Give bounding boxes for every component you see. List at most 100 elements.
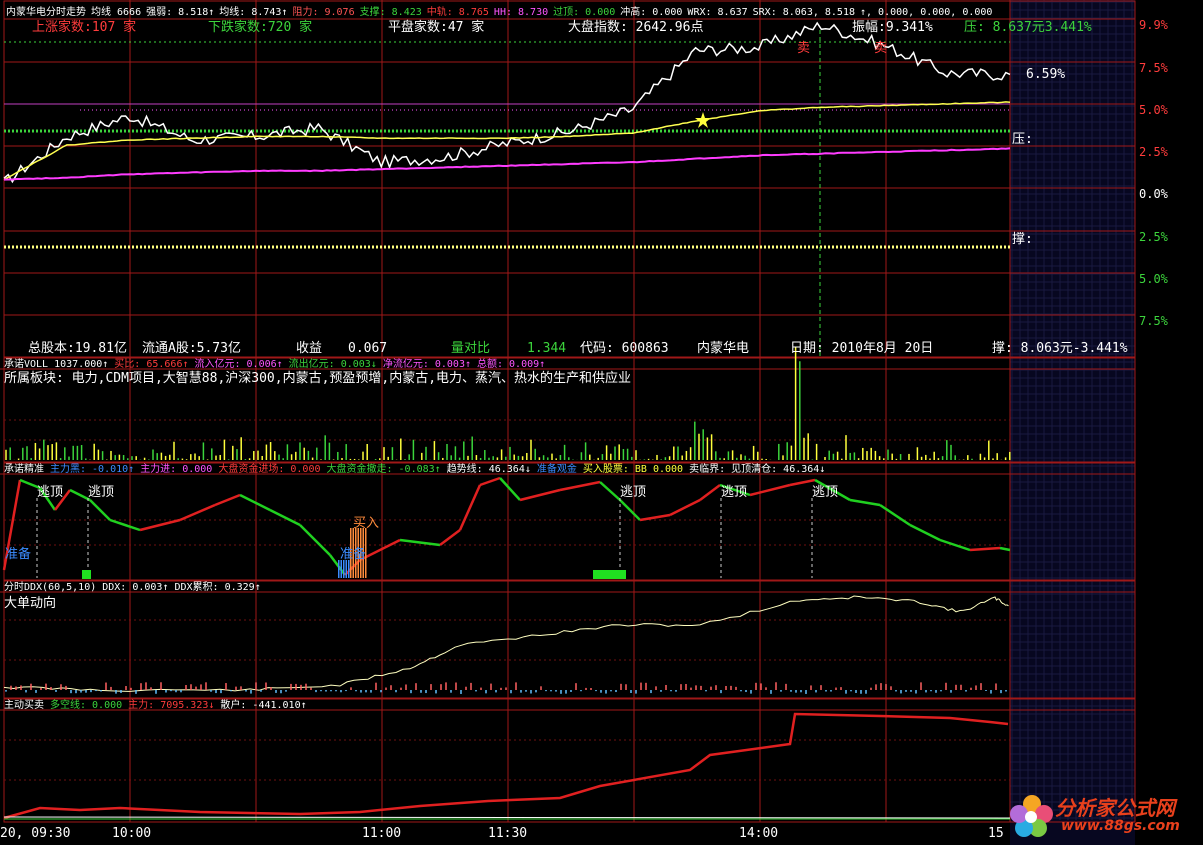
active-header-item-0: 主动买卖 <box>4 700 44 711</box>
pct-tick-0: 9.9% <box>1139 18 1168 32</box>
pct-tick-1: 7.5% <box>1139 61 1168 75</box>
market-stat-0: 上涨家数:107 家 <box>32 20 137 35</box>
main-header-item-7: HH: 8.730 <box>493 7 549 18</box>
main-header-item-2: 强弱: 8.518↑ <box>146 7 215 18</box>
signal-label-3: 逃顶 <box>721 485 748 500</box>
panel-border-0 <box>3 0 1136 358</box>
signal-header-item-4: 大盘资金撤走: -0.083↑ <box>326 464 441 475</box>
intraday-chart <box>0 0 1136 845</box>
trend-segment <box>599 481 621 501</box>
ready-bar <box>338 560 340 578</box>
market-stat-5: 压: 8.637元3.441% <box>964 20 1092 35</box>
main-header-item-9: 冲高: 0.000 <box>620 7 683 18</box>
signal-header-item-6: 准备观金 <box>536 464 577 475</box>
green-block-0 <box>82 570 91 579</box>
market-stat-3: 大盘指数: 2642.96点 <box>568 20 704 35</box>
sector-list: 所属板块: 电力,CDM项目,大智慧88,沪深300,内蒙古,预盈预增,内蒙古,… <box>4 371 632 386</box>
trend-segment <box>849 498 881 507</box>
active-header-item-1: 多空线: 0.000 <box>50 700 123 711</box>
panel-border-4 <box>3 698 1136 823</box>
trend-segment <box>969 546 1001 552</box>
series-line-价格 <box>3 21 1011 184</box>
market-stat-1: 下跌家数:720 家 <box>208 20 313 35</box>
active-header-item-3: 散户: -441.010↑ <box>220 700 307 711</box>
main-header-item-0: 内蒙华电分时走势 <box>6 7 86 18</box>
signal-label-2: 逃顶 <box>620 485 647 500</box>
signal-header-item-2: 主力进: 0.000 <box>140 464 213 475</box>
time-tick-4: 14:00 <box>739 826 779 841</box>
sell-marker: 卖 <box>797 41 811 56</box>
time-tick-1: 10:00 <box>112 826 152 841</box>
stock-info-0: 总股本:19.81亿 <box>28 341 127 356</box>
ready-bar <box>348 560 350 578</box>
time-tick-5: 15 <box>988 826 1004 841</box>
vol-header-item-0: 承诺VOLL 1037.000↑ <box>4 359 109 370</box>
signal-label-1: 逃顶 <box>88 485 115 500</box>
trend-segment <box>214 493 241 507</box>
market-stat-2: 平盘家数:47 家 <box>388 20 485 35</box>
support-label: 撑: <box>1012 232 1033 247</box>
trend-segment <box>499 477 521 501</box>
star-marker <box>695 112 711 128</box>
signal-header-item-7: 买入股票: BB 0.000 <box>582 464 684 475</box>
main-header-item-10: WRX: 8.637 <box>687 7 748 18</box>
signal-label-7: 买入 <box>353 516 380 531</box>
ddx-cumulative-line <box>3 595 1009 692</box>
trend-segment <box>399 538 441 547</box>
stock-info-8: 日期: 2010年8月 20日 <box>790 341 934 356</box>
vol-header-item-1: 买比: 65.666↑ <box>114 359 189 370</box>
sell-marker-2: 卖 <box>874 41 888 56</box>
trend-segment <box>269 508 301 527</box>
trend-segment <box>909 523 941 542</box>
signal-label-4: 逃顶 <box>812 485 839 500</box>
trend-segment <box>179 503 216 522</box>
panel-border-3 <box>3 580 1136 699</box>
trend-segment <box>639 513 671 522</box>
stock-info-5: 1.344 <box>527 341 567 356</box>
stock-info-9: 撑: 8.063元-3.441% <box>992 341 1128 356</box>
stock-info-4: 量对比 <box>451 341 491 356</box>
active-trade-panel-header: 主动买卖 多空线: 0.000 主力: 7095.323↓ 散户: -441.010↑ <box>4 700 313 712</box>
ddx-header-item-1: DDX: 0.003↑ <box>102 582 169 593</box>
ddx-panel-header: 分时DDX(60,5,10) DDX: 0.003↑ DDX累积: 0.329↑ <box>4 582 267 594</box>
watermark-logo: 分析家公式网 www.88gs.com <box>1005 788 1203 845</box>
vol-header-item-5: 总额: 0.009↑ <box>477 359 546 370</box>
trend-segment <box>999 546 1011 552</box>
signal-header-item-0: 承诺精准 <box>4 464 44 475</box>
signal-header-item-8: 卖临界: 见顶清仓: 46.364↓ <box>689 464 826 475</box>
main-header-item-11: SRX: 8.063, 8.518 <box>752 7 855 18</box>
pct-tick-7: 7.5% <box>1139 314 1168 328</box>
series-line-中轨 <box>3 147 1011 181</box>
ready-bar <box>340 560 342 578</box>
main-header-item-5: 支撑: 8.423 <box>359 7 422 18</box>
green-block-2 <box>613 570 626 579</box>
green-block-1 <box>593 570 613 579</box>
main-header-item-8: 过顶: 0.000 <box>553 7 616 18</box>
pct-tick-4: 0.0% <box>1139 187 1168 201</box>
trend-segment <box>239 493 271 512</box>
trend-segment <box>619 499 641 521</box>
main-header-item-1: 均线 6666 <box>91 7 142 18</box>
vol-header-item-2: 流入亿元: 0.006↑ <box>194 359 283 370</box>
stock-info-2: 收益 <box>296 341 323 356</box>
ddx-header-item-2: DDX累积: 0.329↑ <box>174 582 261 593</box>
pct-tick-6: 5.0% <box>1139 272 1168 286</box>
main-panel-header: 内蒙华电分时走势 均线 6666 强弱: 8.518↑ 均线: 8.743↑ 阻力: 9… <box>6 7 997 19</box>
time-tick-2: 11:00 <box>362 826 402 841</box>
pct-tick-2: 5.0% <box>1139 103 1168 117</box>
trend-segment <box>139 518 181 532</box>
trend-segment <box>479 476 501 487</box>
main-header-item-3: 均线: 8.743↑ <box>219 7 288 18</box>
main-header-item-4: 阻力: 9.076 <box>292 7 355 18</box>
vol-header-item-3: 流出亿元: 0.003↓ <box>288 359 377 370</box>
ready-bar <box>345 560 347 578</box>
market-stat-4: 振幅:9.341% <box>852 20 933 35</box>
trend-segment <box>69 488 91 502</box>
vol-header-item-4: 净流亿元: 0.003↑ <box>382 359 471 370</box>
signal-label-5: 准备 <box>5 547 32 562</box>
ddx-header-item-0: 分时DDX(60,5,10) <box>4 582 97 593</box>
main-header-item-6: 中轨: 8.765 <box>426 7 489 18</box>
signal-label-0: 逃顶 <box>37 485 64 500</box>
pct-tick-3: 2.5% <box>1139 145 1168 159</box>
main-header-item-12: ↑, 0.000, 0.000, 0.000 <box>860 7 993 18</box>
